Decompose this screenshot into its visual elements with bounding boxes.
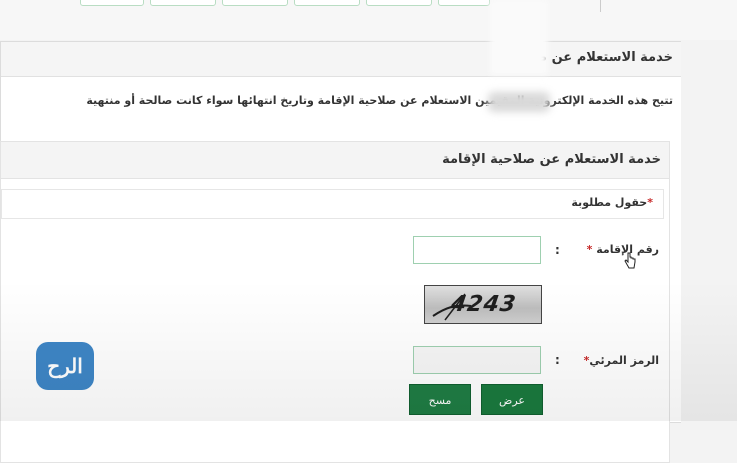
iqama-required-marker: * [586, 243, 593, 256]
inquiry-form-header: خدمة الاستعلام عن صلاحية الإقامة [1, 142, 669, 179]
nav-tab-3[interactable] [222, 0, 288, 6]
required-note-text: *حقول مطلوبة [571, 196, 653, 209]
blurred-region-2 [488, 92, 550, 112]
show-button[interactable]: عرض [481, 384, 543, 415]
inquiry-form: خدمة الاستعلام عن صلاحية الإقامة *حقول م… [0, 141, 670, 463]
nav-tab-1[interactable] [80, 0, 144, 6]
top-navigation [0, 0, 737, 40]
top-divider [600, 0, 601, 12]
captcha-label-text: الرمز المرئي [589, 354, 659, 367]
required-marker: * [647, 196, 653, 209]
required-note-label: حقول مطلوبة [571, 196, 648, 209]
blurred-region [490, 0, 548, 75]
service-panel-header: خدمة الاستعلام عن صلا [1, 42, 681, 77]
iqama-number-input[interactable] [413, 236, 541, 264]
service-description: تتيح هذه الخدمة الإلكترونية المقيمين الا… [86, 94, 673, 107]
required-fields-note: *حقول مطلوبة [1, 189, 664, 219]
clear-button[interactable]: مسح [409, 384, 471, 415]
captcha-input[interactable] [413, 346, 541, 374]
captcha-colon: : [555, 353, 560, 367]
captcha-text: 4243 [449, 292, 518, 317]
hand-cursor-icon [624, 252, 636, 269]
iqama-colon: : [555, 243, 560, 257]
captcha-image: 4243 [424, 285, 542, 324]
captcha-label: الرمز المرئي* [584, 354, 659, 367]
nav-tab-5[interactable] [366, 0, 432, 6]
form-title: خدمة الاستعلام عن صلاحية الإقامة [442, 152, 661, 167]
nav-tab-2[interactable] [150, 0, 216, 6]
nav-tab-6[interactable] [438, 0, 490, 6]
nav-tab-4[interactable] [294, 0, 360, 6]
watermark-logo: الرح [36, 342, 94, 390]
